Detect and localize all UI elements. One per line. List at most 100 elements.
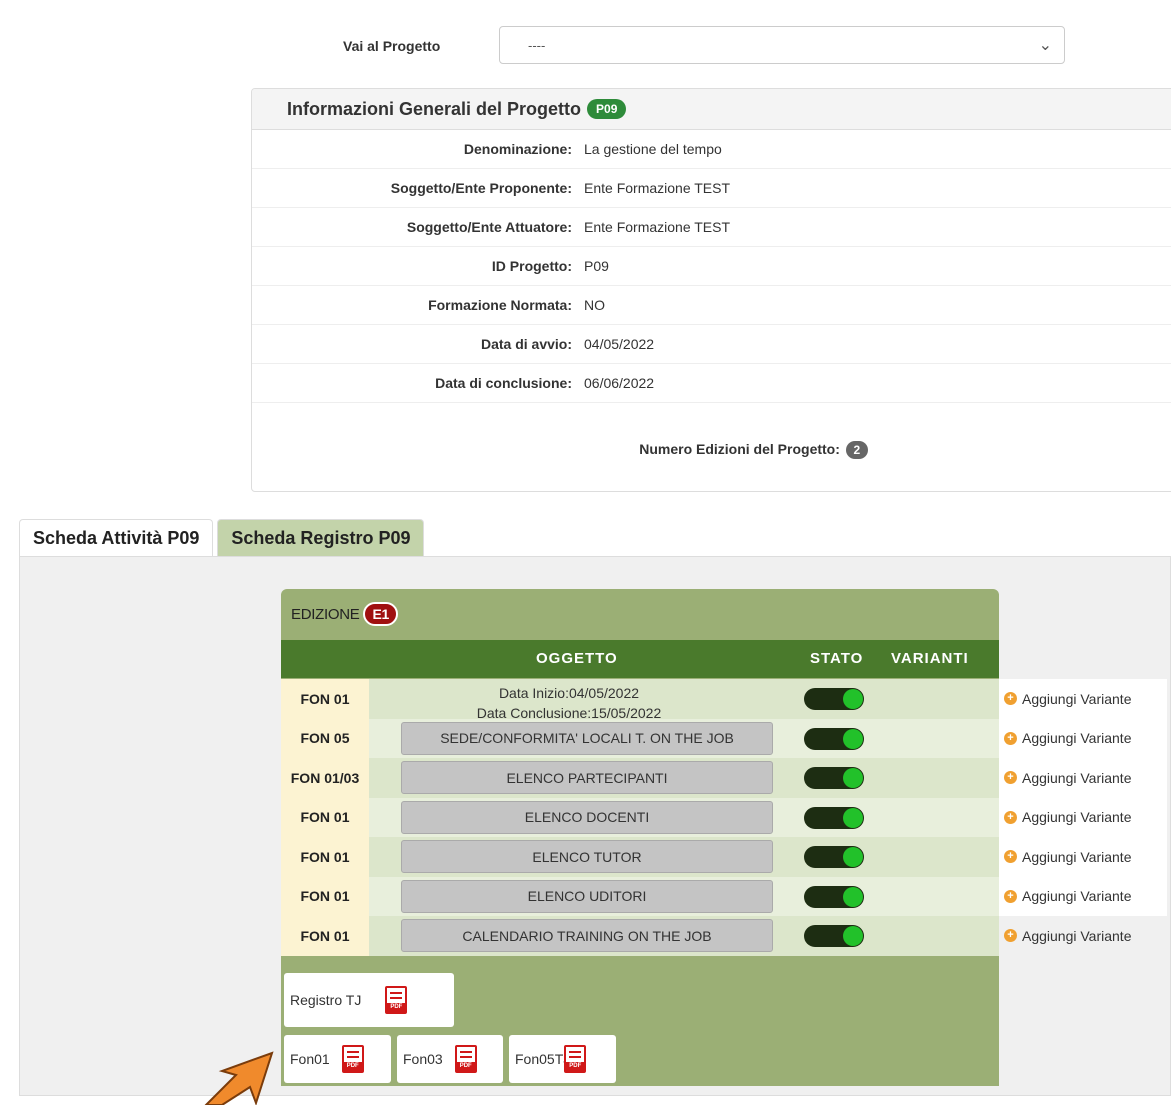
pdf-line [569,1051,582,1053]
table-row: FON 01 ELENCO DOCENTI + Aggiungi Variant… [281,797,1171,837]
table-row: FON 01 Data Inizio:04/05/2022 Data Concl… [281,679,1171,721]
editions-count-badge: 2 [845,441,868,459]
pdf-line [459,1056,472,1058]
object-button[interactable]: ELENCO TUTOR [401,840,773,873]
info-value: Ente Formazione TEST [584,180,731,196]
pdf-label: PDF [385,1003,408,1012]
edition-label: EDIZIONE [291,605,360,623]
table-row: FON 01 CALENDARIO TRAINING ON THE JOB + … [281,916,1171,956]
pdf-line [346,1051,359,1053]
row-body: ELENCO PARTECIPANTI [369,758,999,798]
info-label: ID Progetto: [491,258,572,274]
info-label: Data di avvio: [480,336,572,352]
date-start: Data Inizio:04/05/2022 [498,685,640,701]
chevron-down-icon: ⌄ [1038,37,1052,54]
info-label: Soggetto/Ente Attuatore: [406,219,572,235]
edition-panel: EDIZIONE E1 OGGETTO STATO VARIANTI FON 0… [281,589,1167,1086]
status-toggle[interactable] [804,846,864,868]
row-dates: Data Inizio:04/05/2022 Data Conclusione:… [369,683,769,723]
plus-circle-icon: + [1004,850,1017,864]
info-row-data-avvio: Data di avvio: 04/05/2022 [252,325,1171,364]
info-value: La gestione del tempo [584,141,722,157]
row-body: CALENDARIO TRAINING ON THE JOB [369,916,999,956]
status-toggle[interactable] [804,688,864,710]
row-body: SEDE/CONFORMITA' LOCALI T. ON THE JOB [369,718,999,758]
object-button[interactable]: ELENCO DOCENTI [401,800,773,834]
info-value: 06/06/2022 [584,375,655,391]
project-info-header: Informazioni Generali del Progetto P09 [252,89,1171,130]
pdf-label: PDF [341,1062,364,1071]
add-variant-link[interactable]: + Aggiungi Variante [999,837,1167,877]
add-variant-link[interactable]: + Aggiungi Variante [999,718,1167,758]
doc-registro-tj[interactable]: Registro TJ PDF [284,973,454,1027]
doc-fon03[interactable]: Fon03 PDF [397,1035,503,1083]
status-toggle[interactable] [804,925,864,947]
table-row: FON 05 SEDE/CONFORMITA' LOCALI T. ON THE… [281,718,1171,758]
add-variant-label: Aggiungi Variante [1022,769,1132,786]
plus-circle-icon: + [1004,692,1017,706]
edition-table-header: OGGETTO STATO VARIANTI [281,640,999,678]
info-row-id-progetto: ID Progetto: P09 [252,247,1171,286]
pdf-icon: PDF [564,1045,587,1073]
doc-fon05-label: Fon05TJ [515,1051,571,1067]
info-label: Denominazione: [463,141,572,157]
doc-fon05tj[interactable]: Fon05TJ PDF [509,1035,616,1083]
status-toggle[interactable] [804,767,864,789]
add-variant-label: Aggiungi Variante [1022,690,1132,707]
doc-fon01[interactable]: Fon01 PDF [284,1035,391,1083]
table-row: FON 01 ELENCO TUTOR + Aggiungi Variante [281,837,1171,877]
row-body: ELENCO TUTOR [369,837,999,877]
object-button[interactable]: ELENCO UDITORI [401,879,773,913]
row-code: FON 01 [281,916,369,956]
tab-scheda-attivita[interactable]: Scheda Attività P09 [19,519,214,557]
pdf-line [346,1056,359,1058]
plus-circle-icon: + [1004,731,1017,745]
table-row: FON 01 ELENCO UDITORI + Aggiungi Variant… [281,876,1171,916]
add-variant-link[interactable]: + Aggiungi Variante [999,916,1167,956]
plus-circle-icon: + [1004,810,1017,824]
info-row-data-conclusione: Data di conclusione: 06/06/2022 [252,364,1171,403]
tab-scheda-registro[interactable]: Scheda Registro P09 [217,519,425,557]
status-toggle[interactable] [804,806,864,829]
status-toggle[interactable] [804,727,864,750]
add-variant-link[interactable]: + Aggiungi Variante [999,758,1167,798]
add-variant-label: Aggiungi Variante [1022,809,1132,826]
doc-fon01-label: Fon01 [290,1051,330,1067]
pdf-line [459,1051,472,1053]
row-code: FON 01 [281,837,369,877]
object-button[interactable]: SEDE/CONFORMITA' LOCALI T. ON THE JOB [401,721,773,755]
project-info-title: Informazioni Generali del Progetto [287,98,582,119]
status-toggle[interactable] [804,885,864,908]
info-value: NO [584,297,605,313]
row-body: Data Inizio:04/05/2022 Data Conclusione:… [369,679,999,721]
editions-count-line: Numero Edizioni del Progetto: 2 [252,441,1171,459]
pdf-line [390,997,403,999]
pdf-label: PDF [564,1062,587,1071]
editions-count-label: Numero Edizioni del Progetto: [639,441,840,457]
pdf-icon: PDF [454,1045,477,1073]
object-button[interactable]: CALENDARIO TRAINING ON THE JOB [401,919,773,952]
add-variant-link[interactable]: + Aggiungi Variante [999,797,1167,837]
info-value: P09 [584,258,609,274]
add-variant-link[interactable]: + Aggiungi Variante [999,876,1167,916]
info-row-attuatore: Soggetto/Ente Attuatore: Ente Formazione… [252,208,1171,247]
goto-project-label: Vai al Progetto [343,38,441,54]
goto-project-bar: Vai al Progetto ---- ⌄ [0,24,1171,68]
object-button[interactable]: ELENCO PARTECIPANTI [401,761,773,794]
pdf-line [569,1056,582,1058]
add-variant-label: Aggiungi Variante [1022,730,1132,747]
edition-header: EDIZIONE E1 [281,589,999,639]
add-variant-link[interactable]: + Aggiungi Variante [999,679,1167,719]
info-row-proponente: Soggetto/Ente Proponente: Ente Formazion… [252,169,1171,208]
goto-project-select[interactable]: ---- ⌄ [499,26,1065,64]
plus-circle-icon: + [1004,771,1017,785]
project-code-badge: P09 [587,99,627,119]
row-body: ELENCO DOCENTI [369,797,999,837]
pdf-label: PDF [454,1062,477,1071]
row-code: FON 01 [281,797,369,837]
row-code: FON 05 [281,718,369,758]
add-variant-label: Aggiungi Variante [1022,888,1132,905]
row-code: FON 01/03 [281,758,369,798]
info-label: Formazione Normata: [428,297,572,313]
add-variant-label: Aggiungi Variante [1022,927,1132,944]
